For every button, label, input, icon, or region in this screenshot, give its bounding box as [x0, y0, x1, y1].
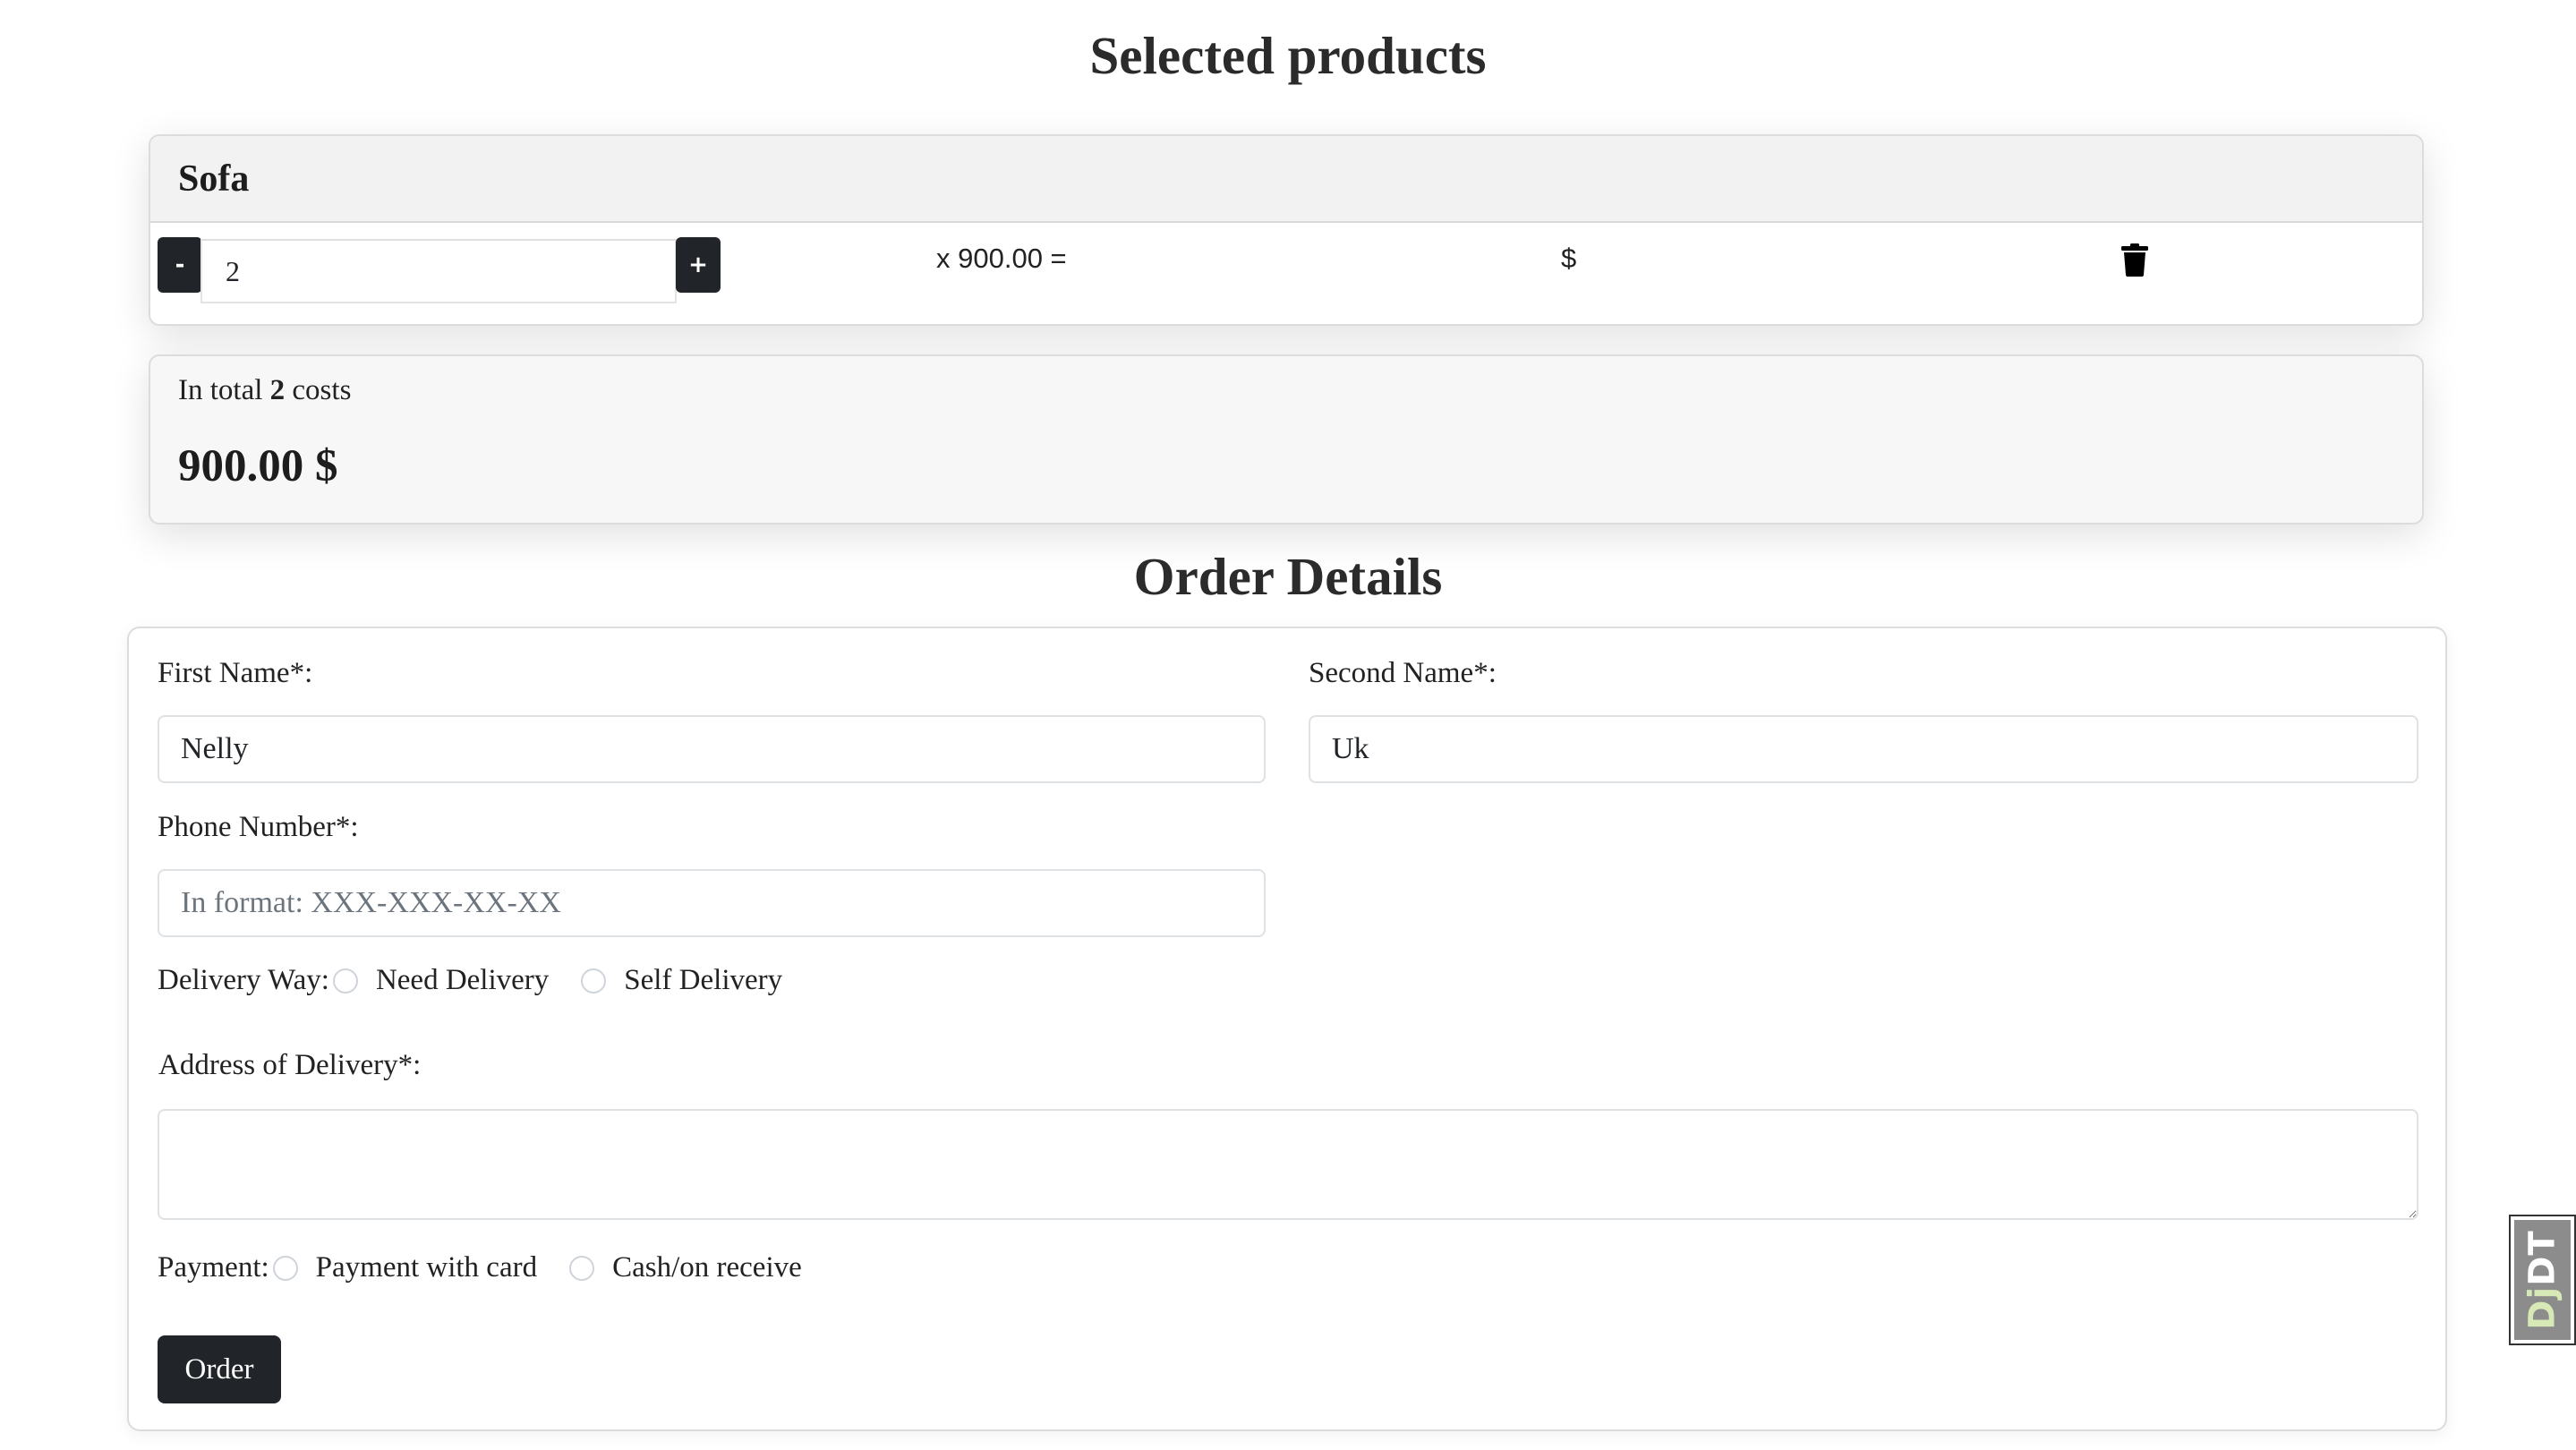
phone-number-label: Phone Number*: [158, 811, 359, 843]
delivery-way-group: Delivery Way: Need Delivery Self Deliver… [158, 964, 815, 997]
address-textarea[interactable] [158, 1109, 2418, 1220]
increase-quantity-button[interactable]: + [676, 237, 721, 293]
self-delivery-label: Self Delivery [624, 964, 783, 996]
total-prefix: In total [178, 374, 263, 406]
quantity-input[interactable] [200, 239, 677, 303]
first-name-label: First Name*: [158, 657, 313, 689]
decrease-quantity-button[interactable]: - [158, 237, 202, 293]
self-delivery-option[interactable]: Self Delivery [581, 964, 782, 997]
trash-icon[interactable] [2120, 243, 2150, 277]
payment-group: Payment: Payment with card Cash/on recei… [158, 1251, 834, 1284]
cart-total-card: In total 2 costs 900.00 $ [149, 354, 2424, 525]
product-name: Sofa [150, 136, 2422, 223]
payment-card-option[interactable]: Payment with card [272, 1251, 538, 1284]
first-name-input[interactable] [158, 715, 1266, 783]
payment-label: Payment: [158, 1251, 269, 1284]
address-label: Address of Delivery*: [158, 1049, 422, 1081]
debug-toolbar-logo: DjDT [2522, 1230, 2563, 1329]
payment-cash-radio[interactable] [569, 1255, 595, 1281]
selected-products-title: Selected products [1089, 26, 1487, 85]
payment-card-radio[interactable] [272, 1255, 298, 1281]
order-form: First Name*: Second Name*: Phone Number*… [127, 627, 2447, 1431]
cart-item-card: Sofa - + x 900.00 = $ [149, 134, 2424, 326]
total-suffix: costs [292, 374, 352, 406]
debug-toolbar-handle[interactable]: DjDT [2509, 1215, 2576, 1345]
debug-toolbar-logo-prefix: Dj [2521, 1285, 2563, 1330]
need-delivery-radio[interactable] [332, 968, 358, 994]
self-delivery-radio[interactable] [581, 968, 607, 994]
need-delivery-option[interactable]: Need Delivery [332, 964, 550, 997]
order-button[interactable]: Order [158, 1335, 281, 1403]
debug-toolbar-handle-inner: DjDT [2514, 1220, 2571, 1340]
payment-cash-option[interactable]: Cash/on receive [569, 1251, 802, 1284]
total-count: 2 [269, 374, 286, 406]
payment-card-label: Payment with card [315, 1251, 538, 1284]
total-sum: 900.00 $ [178, 441, 338, 491]
cart-item-row: - + x 900.00 = $ [150, 223, 2422, 324]
phone-number-input[interactable] [158, 869, 1266, 937]
delivery-way-label: Delivery Way: [158, 964, 329, 996]
payment-cash-label: Cash/on receive [612, 1251, 802, 1284]
second-name-label: Second Name*: [1309, 657, 1497, 689]
unit-price: x 900.00 = [936, 243, 1067, 274]
line-total: $ [1561, 243, 1577, 274]
debug-toolbar-logo-suffix: DT [2521, 1230, 2563, 1286]
order-details-title: Order Details [1133, 547, 1443, 606]
total-summary: In total 2 costs [178, 374, 351, 407]
need-delivery-label: Need Delivery [375, 964, 550, 996]
second-name-input[interactable] [1309, 715, 2418, 783]
